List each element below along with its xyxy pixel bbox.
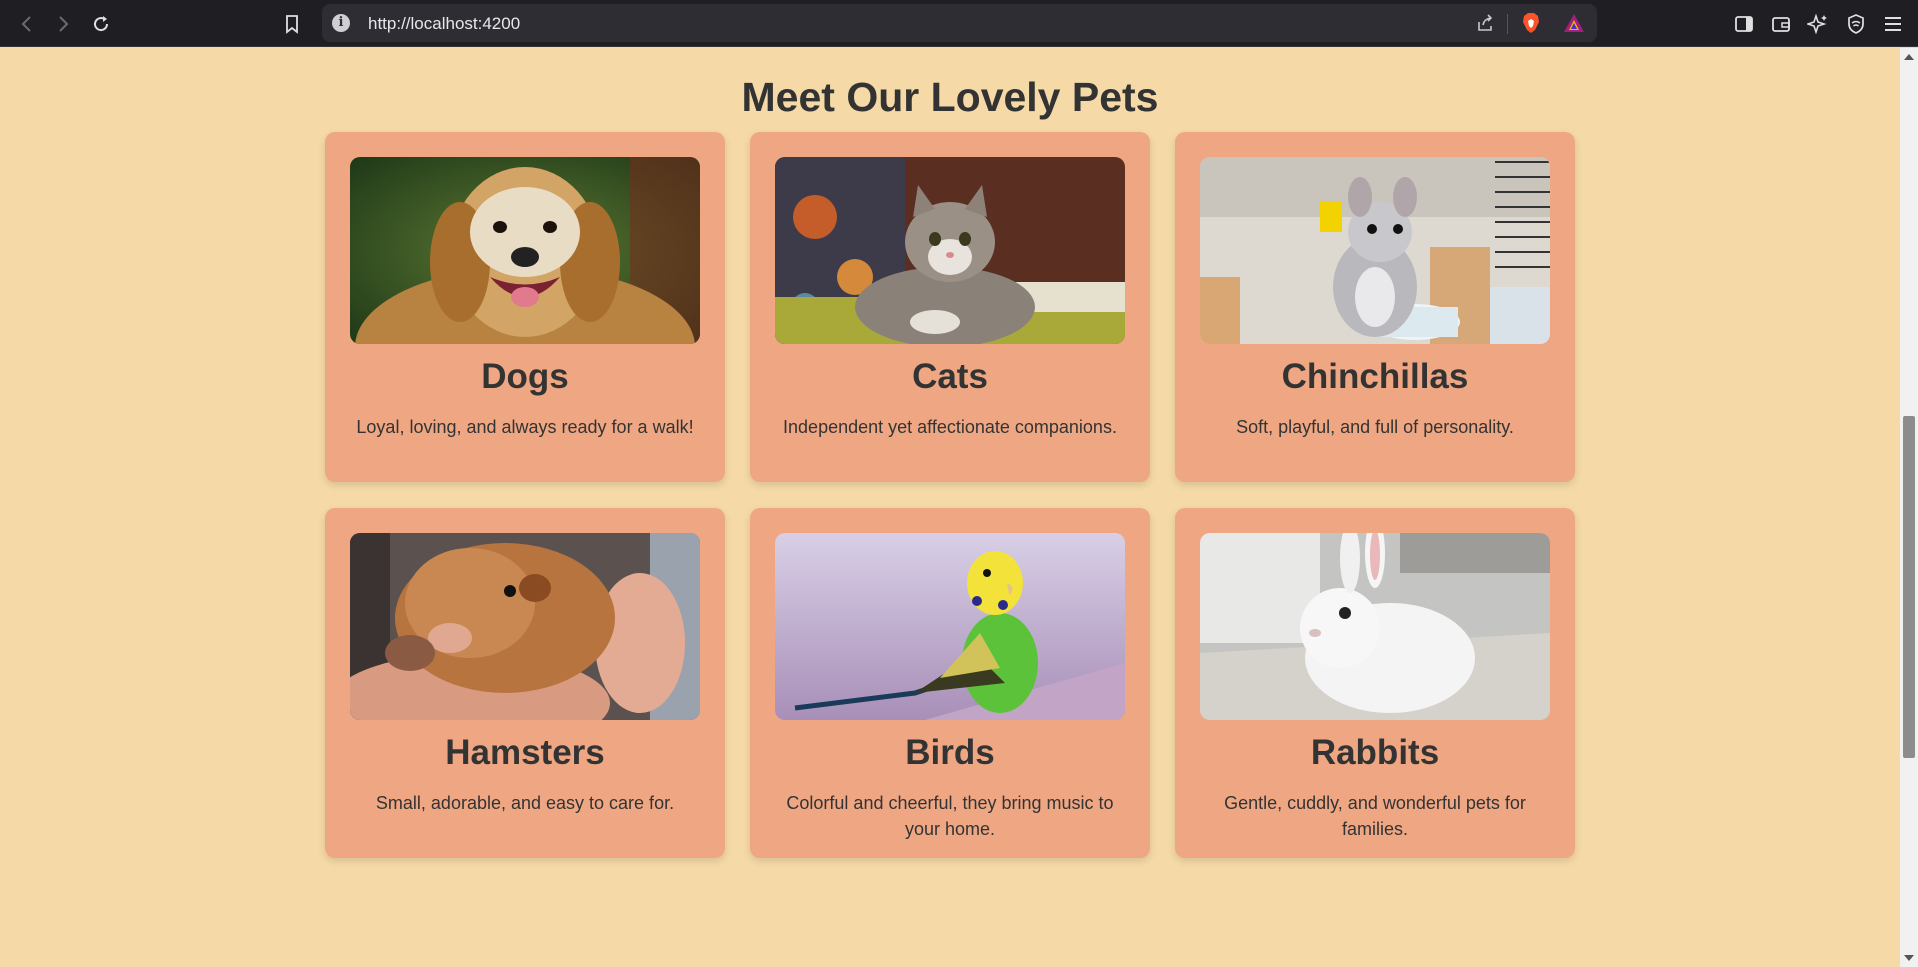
- scroll-thumb[interactable]: [1903, 416, 1915, 758]
- page-content: Meet Our Lovely Pets Dogs Loyal, loving,…: [0, 48, 1900, 967]
- pet-image-bird: [775, 533, 1125, 720]
- reload-icon[interactable]: [88, 11, 114, 37]
- sidebar-icon[interactable]: [1731, 11, 1757, 37]
- pet-card-title: Rabbits: [1310, 733, 1440, 772]
- pet-card-cats: Cats Independent yet affectionate compan…: [750, 132, 1150, 482]
- site-info-icon[interactable]: i: [332, 14, 350, 32]
- pet-card-description: Colorful and cheerful, they bring music …: [786, 793, 1114, 839]
- browser-toolbar: i http://localhost:4200: [0, 0, 1918, 47]
- brave-rewards-icon[interactable]: [1561, 10, 1587, 36]
- address-bar[interactable]: i http://localhost:4200: [322, 4, 1597, 42]
- pet-card-birds: Birds Colorful and cheerful, they bring …: [750, 508, 1150, 858]
- pet-image-cat: [775, 157, 1125, 344]
- pet-card-title: Chinchillas: [1281, 357, 1469, 396]
- address-separator: [1507, 14, 1508, 34]
- forward-icon[interactable]: [50, 11, 76, 37]
- wallet-icon[interactable]: [1768, 11, 1794, 37]
- brave-shields-icon[interactable]: [1518, 10, 1544, 36]
- pet-card-description: Gentle, cuddly, and wonderful pets for f…: [1224, 793, 1526, 839]
- page-title: Meet Our Lovely Pets: [741, 74, 1159, 120]
- pet-card-description: Loyal, loving, and always ready for a wa…: [356, 417, 694, 437]
- pet-image-rabbit: [1200, 533, 1550, 720]
- pet-card-description: Independent yet affectionate companions.: [783, 417, 1117, 437]
- url-text[interactable]: http://localhost:4200: [368, 14, 520, 34]
- leo-ai-icon[interactable]: [1805, 11, 1831, 37]
- pet-card-title: Dogs: [481, 357, 569, 396]
- pet-card-title: Hamsters: [445, 733, 605, 772]
- pet-image-dog: [350, 157, 700, 344]
- bookmark-icon[interactable]: [279, 11, 305, 37]
- pet-card-rabbits: Rabbits Gentle, cuddly, and wonderful pe…: [1175, 508, 1575, 858]
- vertical-scrollbar[interactable]: [1900, 48, 1918, 967]
- pet-card-title: Birds: [905, 733, 995, 772]
- pet-card-title: Cats: [912, 357, 988, 396]
- pet-card-description: Soft, playful, and full of personality.: [1236, 417, 1514, 437]
- menu-icon[interactable]: [1880, 11, 1906, 37]
- vpn-icon[interactable]: [1843, 11, 1869, 37]
- pet-image-chinchilla: [1200, 157, 1550, 344]
- share-icon[interactable]: [1472, 10, 1498, 36]
- pet-card-chinchillas: Chinchillas Soft, playful, and full of p…: [1175, 132, 1575, 482]
- pet-card-description: Small, adorable, and easy to care for.: [375, 793, 675, 813]
- scroll-up-arrow-icon[interactable]: [1904, 54, 1914, 60]
- pet-card-dogs: Dogs Loyal, loving, and always ready for…: [325, 132, 725, 482]
- scroll-down-arrow-icon[interactable]: [1904, 955, 1914, 961]
- back-icon[interactable]: [14, 11, 40, 37]
- pet-card-hamsters: Hamsters Small, adorable, and easy to ca…: [325, 508, 725, 858]
- pet-image-hamster: [350, 533, 700, 720]
